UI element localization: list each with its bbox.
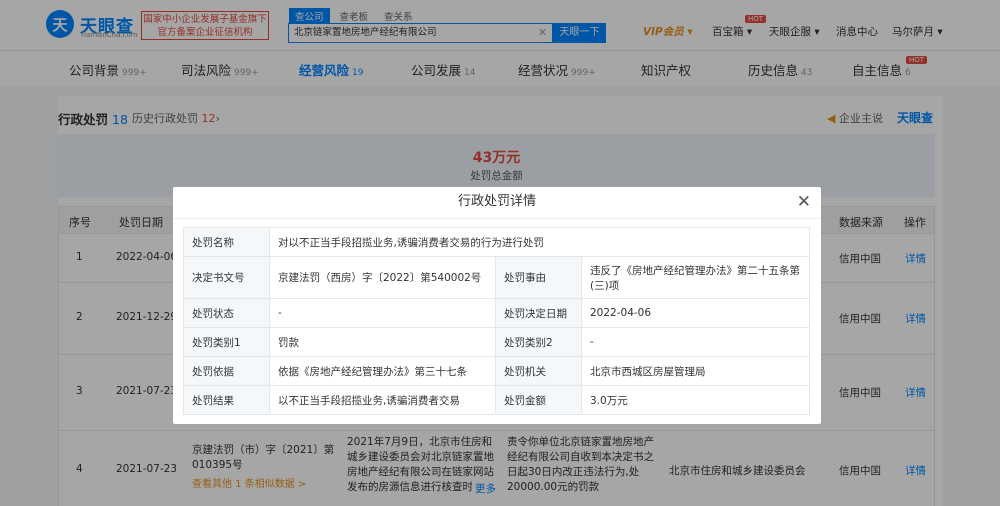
detail-value: 京建法罚（西房）字〔2022〕第540002号 bbox=[269, 256, 496, 299]
detail-key: 决定书文号 bbox=[183, 256, 270, 299]
detail-value: - bbox=[581, 327, 810, 357]
detail-value: 罚款 bbox=[269, 327, 496, 357]
close-icon[interactable]: ✕ bbox=[797, 192, 811, 212]
detail-key: 处罚类别1 bbox=[183, 327, 270, 357]
detail-key: 处罚结果 bbox=[183, 385, 270, 415]
detail-value: - bbox=[269, 298, 496, 328]
detail-key: 处罚机关 bbox=[495, 356, 582, 386]
detail-value: 3.0万元 bbox=[581, 385, 810, 415]
detail-value: 以不正当手段招揽业务,诱骗消费者交易 bbox=[269, 385, 496, 415]
detail-key: 处罚名称 bbox=[183, 227, 270, 257]
penalty-detail-table: 处罚名称 对以不正当手段招揽业务,诱骗消费者交易的行为进行处罚 决定书文号 京建… bbox=[183, 227, 810, 415]
detail-key: 处罚状态 bbox=[183, 298, 270, 328]
penalty-detail-modal: 行政处罚详情 ✕ 处罚名称 对以不正当手段招揽业务,诱骗消费者交易的行为进行处罚… bbox=[173, 187, 821, 424]
detail-key: 处罚依据 bbox=[183, 356, 270, 386]
detail-key: 处罚事由 bbox=[495, 256, 582, 299]
detail-value: 北京市西城区房屋管理局 bbox=[581, 356, 810, 386]
detail-value: 依据《房地产经纪管理办法》第三十七条 bbox=[269, 356, 496, 386]
detail-row: 处罚状态 - 处罚决定日期 2022-04-06 bbox=[183, 298, 810, 328]
detail-row: 处罚名称 对以不正当手段招揽业务,诱骗消费者交易的行为进行处罚 bbox=[183, 227, 810, 257]
detail-row: 处罚结果 以不正当手段招揽业务,诱骗消费者交易 处罚金额 3.0万元 bbox=[183, 385, 810, 415]
detail-value: 违反了《房地产经纪管理办法》第二十五条第(三)项 bbox=[581, 256, 810, 299]
detail-row: 处罚类别1 罚款 处罚类别2 - bbox=[183, 327, 810, 357]
detail-value: 2022-04-06 bbox=[581, 298, 810, 328]
detail-key: 处罚金额 bbox=[495, 385, 582, 415]
detail-key: 处罚决定日期 bbox=[495, 298, 582, 328]
modal-title: 行政处罚详情 bbox=[173, 187, 821, 219]
detail-value: 对以不正当手段招揽业务,诱骗消费者交易的行为进行处罚 bbox=[269, 227, 810, 257]
detail-row: 决定书文号 京建法罚（西房）字〔2022〕第540002号 处罚事由 违反了《房… bbox=[183, 256, 810, 299]
detail-key: 处罚类别2 bbox=[495, 327, 582, 357]
detail-row: 处罚依据 依据《房地产经纪管理办法》第三十七条 处罚机关 北京市西城区房屋管理局 bbox=[183, 356, 810, 386]
